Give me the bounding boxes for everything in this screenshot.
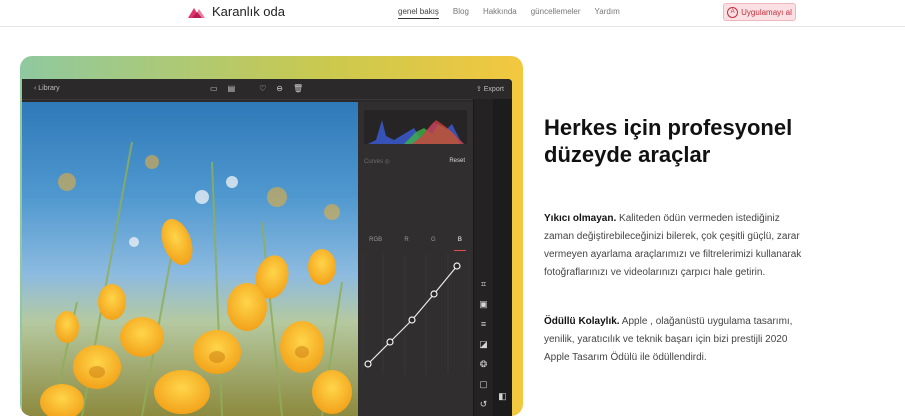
toolbar-icons: ▭ ▤ ♡ ⊖ 🗑: [210, 84, 303, 93]
trash-icon: 🗑: [293, 84, 304, 93]
award-paragraph: Ödüllü Kolaylık. Apple , olağanüstü uygu…: [544, 313, 806, 367]
hero-card: ‹ Library ▭ ▤ ♡ ⊖ 🗑 ⇪ Export Curves ◎ Re…: [20, 56, 523, 416]
adjustments-panel: Curves ◎ Reset RGB R G B: [358, 102, 473, 416]
export-link: ⇪ Export: [475, 86, 504, 93]
nav-item-blog[interactable]: Blog: [453, 7, 469, 19]
top-navigation: Karanlık oda genel bakış Blog Hakkında g…: [0, 0, 905, 27]
get-app-label: Uygulamayı al: [741, 7, 792, 17]
non-destructive-title: Yıkıcı olmayan.: [544, 213, 617, 224]
channel-tabs: RGB R G B: [358, 237, 473, 251]
non-destructive-paragraph: Yıkıcı olmayan. Kaliteden ödün vermeden …: [544, 210, 806, 282]
get-app-button[interactable]: A Uygulamayı al: [723, 3, 796, 21]
brand-logo[interactable]: Karanlık oda: [188, 4, 285, 19]
channel-tab-rgb: RGB: [369, 237, 383, 243]
channel-tab-g: G: [430, 237, 436, 243]
channel-tab-r: R: [404, 237, 409, 243]
color-icon: ❂: [479, 359, 488, 369]
brand-name: Karanlık oda: [212, 4, 285, 19]
nav-item-help[interactable]: Yardım: [595, 7, 620, 19]
compare-icon: ▭: [210, 84, 218, 93]
crop-icon: ⌗: [480, 279, 487, 289]
panel-toggle-icon: ◧: [498, 391, 507, 401]
history-icon: ↺: [479, 399, 488, 409]
library-back-link: ‹ Library: [34, 85, 60, 92]
flower-photo: [22, 102, 358, 416]
sliders-icon: ≡: [480, 319, 487, 329]
frame-icon: ▢: [479, 379, 488, 389]
nav-item-about[interactable]: Hakkında: [483, 7, 517, 19]
main-nav: genel bakış Blog Hakkında güncellemeler …: [398, 7, 620, 19]
right-rail: ◧: [493, 99, 512, 416]
channel-tab-b: B: [453, 237, 466, 251]
app-toolbar: ‹ Library ▭ ▤ ♡ ⊖ 🗑 ⇪ Export: [22, 79, 512, 100]
nav-item-overview[interactable]: genel bakış: [398, 7, 439, 19]
split-view-icon: ▤: [227, 84, 236, 93]
curves-icon: ◪: [479, 339, 488, 349]
hero-headline: Herkes için profesyonel düzeyde araçlar: [544, 115, 793, 167]
logo-icon: [188, 7, 205, 18]
histogram: [364, 110, 467, 144]
tone-curve: [362, 254, 469, 374]
reject-icon: ⊖: [276, 84, 283, 93]
tool-sidebar: ⌗ ▣ ≡ ◪ ❂ ▢ ↺: [473, 99, 494, 416]
image-icon: ▣: [479, 299, 488, 309]
app-screenshot: ‹ Library ▭ ▤ ♡ ⊖ 🗑 ⇪ Export Curves ◎ Re…: [22, 79, 512, 416]
nav-item-updates[interactable]: güncellemeler: [531, 7, 581, 19]
poppy-field-illustration: [40, 141, 352, 416]
app-store-icon: A: [727, 6, 739, 18]
award-title: Ödüllü Kolaylık.: [544, 316, 620, 327]
curves-label: Curves ◎: [364, 159, 390, 165]
heart-icon: ♡: [259, 84, 267, 93]
reset-label: Reset: [449, 158, 465, 164]
